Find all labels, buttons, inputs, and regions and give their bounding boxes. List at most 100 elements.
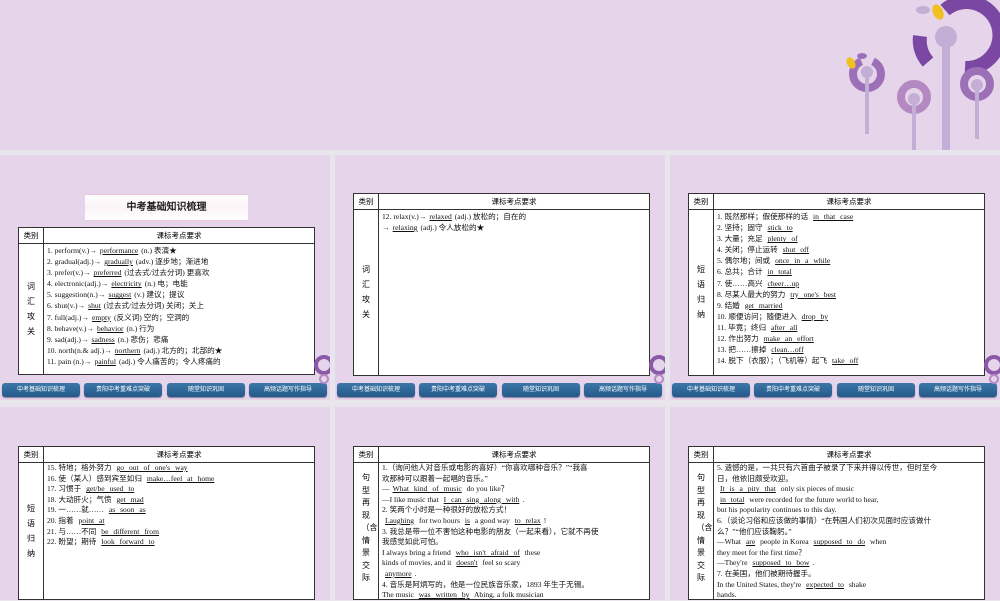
requirement-line: → relaxing (adj.) 令人放松的★ (382, 222, 649, 233)
nav-button-1[interactable]: 中考基础知识梳理 (672, 383, 750, 397)
slide-thumbnail[interactable]: 类别 课标考点要求 短语归纳 1. 既然那样；假使那样的话 in that case 2… (670, 155, 1000, 400)
requirement-line: The music was written by Abing, a folk m… (382, 590, 649, 601)
requirement-line: 13. 把……擦掉 clean…off (717, 344, 984, 355)
table-body: 句型再现（含情景交际 1.（询问他人对音乐或电影的喜好）“你喜欢哪种音乐？”“我喜… (354, 462, 649, 599)
nav-button-1[interactable]: 中考基础知识梳理 (337, 383, 415, 397)
slide-thumbnail[interactable]: 中考基础知识梳理 类别 课标考点要求 词汇攻关 1. perform(v.)→ perfo… (0, 155, 334, 400)
requirement-lines: 1.（询问他人对音乐或电影的喜好）“你喜欢哪种音乐？”“我喜 欢那种可以跟着一起唱… (379, 462, 649, 599)
answer-blank: preferred (93, 268, 122, 278)
requirement-line: 2. 坚持；固守 stick to (717, 222, 984, 233)
previous-slide-thumbnail[interactable] (0, 0, 1000, 150)
nav-button-3[interactable]: 随堂知识巩固 (167, 383, 245, 397)
answer-blank: gradually (104, 257, 133, 267)
requirement-line: 3. 大量；充足 plenty of (717, 233, 984, 244)
line-text: 欢那种可以跟着一起唱的音乐。” (382, 473, 488, 483)
slide-nav-bar: 中考基础知识梳理 贵阳中考重难点突破 随堂知识巩固 高频话题写作指导 (335, 383, 665, 397)
nav-button-2[interactable]: 贵阳中考重难点突破 (84, 383, 162, 397)
requirement-line: 20. 指着 point at (47, 516, 314, 527)
category-label: 词汇攻关 (27, 281, 35, 336)
knowledge-table: 类别 课标考点要求 句型再现（含情景交际 5. 遗憾的是，一共只有六首曲子被录了下来并… (688, 446, 985, 600)
answer-blank: I can sing along with (443, 494, 520, 504)
header-requirement: 课标考点要求 (156, 231, 202, 240)
line-text: (adj.) 令人痛苦的；令人疼痛的 (118, 356, 221, 366)
line-text: 10. 顺便访问；随便进入 (717, 311, 799, 321)
line-text: 么？”“他们应该鞠躬。” (717, 526, 792, 536)
requirement-line: 17. 习惯于 get/be used to (47, 484, 314, 495)
line-text: (n.) 表演★ (141, 246, 177, 255)
line-text: 19. 一……就…… (47, 505, 106, 515)
nav-button-4[interactable]: 高频话题写作指导 (919, 383, 997, 397)
answer-blank: stick to (767, 223, 793, 233)
requirement-line: 3. prefer(v.)→ preferred (过去式/过去分词) 更喜欢 (47, 267, 314, 278)
answer-blank: point at (78, 515, 105, 525)
line-text: (反义词) 空的；空洞的 (113, 312, 190, 322)
category-cell: 句型再现（含情景交际 (354, 462, 379, 599)
line-text: 6. shut(v.)→ (47, 301, 86, 311)
requirement-line: 22. 盼望；期待 look forward to (47, 537, 314, 548)
requirement-line: 2. gradual(adj.)→ gradually (adv.) 逐步地；渐进地 (47, 256, 314, 267)
requirement-line: Laughing for two hours is a good way to … (382, 516, 649, 527)
line-text: 1. 既然那样；假使那样的话 (717, 212, 811, 221)
requirement-line: 4. electronic(adj.)→ electricity (n.) 电；电能 (47, 278, 314, 289)
line-text: hands. (717, 590, 737, 600)
requirement-line: —They're supposed to bow. (717, 558, 984, 569)
line-text: 17. 习惯于 (47, 484, 84, 494)
header-requirement: 课标考点要求 (491, 450, 537, 459)
table-header: 类别 课标考点要求 (19, 228, 314, 244)
answer-blank: shut (88, 301, 101, 311)
line-text: 2. 坚持；固守 (717, 223, 765, 233)
header-category: 类别 (689, 447, 714, 462)
line-text: 4. electronic(adj.)→ (47, 279, 109, 289)
slide-thumbnail[interactable]: 类别 课标考点要求 句型再现（含情景交际 5. 遗憾的是，一共只有六首曲子被录了下来并… (670, 407, 1000, 600)
header-category: 类别 (19, 447, 44, 462)
answer-blank: after all (770, 322, 798, 332)
requirement-line: 8. 尽某人最大的努力 try one's best (717, 289, 984, 300)
line-text: 11. pain (n.)→ (47, 356, 92, 366)
nav-button-4[interactable]: 高频话题写作指导 (584, 383, 662, 397)
category-label: 句型再现（含情景交际 (696, 473, 713, 582)
line-text: (adj.) 放松的；自在的 (454, 212, 527, 221)
line-text: → (382, 223, 390, 233)
table-body: 词汇攻关 12. relax(v.)→ relaxed (adj.) 放松的；自在的 →… (354, 209, 649, 375)
answer-blank: performance (99, 246, 139, 255)
requirement-line: 6.（谈论习俗和应该做的事情）“在韩国人们初次见面时应该做什 (717, 516, 984, 527)
answer-blank: supposed to do (813, 537, 866, 547)
line-text: (n.) 电；电能 (144, 279, 188, 289)
line-text: 日，他依旧颇受欢迎。 (717, 473, 793, 483)
requirement-line: It is a pity that only six pieces of mus… (717, 484, 984, 495)
line-text: 16. 使（某人）感到宾至如归 (47, 473, 144, 483)
knowledge-table: 类别 课标考点要求 短语归纳 1. 既然那样；假使那样的话 in that case 2… (688, 193, 985, 376)
requirement-line: 6. 总共；合计 in total (717, 266, 984, 277)
requirement-line: 10. north(n.& adj.)→ northern (adj.) 北方的；北… (47, 345, 314, 356)
line-text: (v.) 建议；提议 (134, 290, 185, 300)
answer-blank: behavior (96, 323, 124, 333)
requirement-line: anymore. (382, 569, 649, 580)
nav-button-4[interactable]: 高频话题写作指导 (249, 383, 327, 397)
category-cell: 词汇攻关 (354, 209, 379, 375)
nav-button-3[interactable]: 随堂知识巩固 (837, 383, 915, 397)
nav-button-2[interactable]: 贵阳中考重难点突破 (754, 383, 832, 397)
header-requirement: 课标考点要求 (491, 197, 537, 206)
decorative-flower-icon (306, 355, 334, 385)
nav-button-2[interactable]: 贵阳中考重难点突破 (419, 383, 497, 397)
category-label: 词汇攻关 (362, 265, 370, 319)
nav-button-1[interactable]: 中考基础知识梳理 (2, 383, 80, 397)
requirement-line: 12. 作出努力 make an effort (717, 333, 984, 344)
slide-thumbnail[interactable]: 类别 课标考点要求 短语归纳 15. 特地；格外努力 go out of one's … (0, 407, 330, 600)
line-text: feel so scary (480, 558, 521, 568)
requirement-line: 8. behave(v.)→ behavior (n.) 行为 (47, 323, 314, 334)
slide-thumbnail[interactable]: 类别 课标考点要求 句型再现（含情景交际 1.（询问他人对音乐或电影的喜好）“你喜欢哪… (335, 407, 665, 600)
line-text: 10. north(n.& adj.)→ (47, 345, 112, 355)
requirement-line: 9. sad(adj.)→ sadness (n.) 悲伤；悲痛 (47, 334, 314, 345)
category-cell: 词汇攻关 (19, 243, 44, 374)
decorative-flower-icon (641, 355, 669, 385)
nav-button-3[interactable]: 随堂知识巩固 (502, 383, 580, 397)
header-requirement: 课标考点要求 (156, 450, 202, 459)
slide-thumbnail[interactable]: 类别 课标考点要求 词汇攻关 12. relax(v.)→ relaxed (adj.) … (335, 155, 669, 400)
requirement-line: 15. 特地；格外努力 go out of one's way (47, 463, 314, 474)
requirement-line: 9. 结婚 get married (717, 300, 984, 311)
requirement-lines: 12. relax(v.)→ relaxed (adj.) 放松的；自在的 → rela… (379, 209, 649, 375)
answer-blank: doesn't (456, 558, 478, 568)
requirement-line: 12. relax(v.)→ relaxed (adj.) 放松的；自在的 (382, 211, 649, 222)
table-body: 句型再现（含情景交际 5. 遗憾的是，一共只有六首曲子被录了下来并得以传世，但时至… (689, 462, 984, 599)
